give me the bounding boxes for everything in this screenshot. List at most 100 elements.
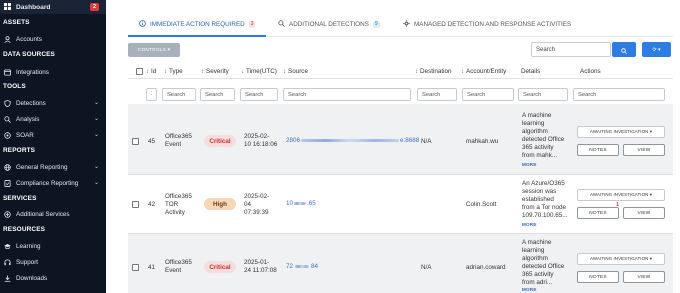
row-account: adrian.coward <box>466 264 506 271</box>
details-line: learning <box>522 120 545 127</box>
search-icon <box>278 19 285 29</box>
column-header-actions: Actions <box>580 68 601 75</box>
type-line: Activity <box>165 209 185 216</box>
header-divider <box>128 78 673 79</box>
sidebar-item-label: Compliance Reporting <box>16 179 79 187</box>
search-input[interactable]: Search <box>531 42 611 57</box>
sidebar-item-label: SOAR <box>16 131 34 139</box>
notes-button[interactable]: NOTES <box>577 271 619 283</box>
tab-label: MANAGED DETECTION AND RESPONSE ACTIVITIE… <box>414 20 572 28</box>
sidebar-item-integrations[interactable]: Integrations <box>0 67 106 77</box>
sidebar-item-analysis[interactable]: Analysis ⌄ <box>0 114 106 124</box>
status-dropdown[interactable]: AWAITING INVESTIGATION ▾ <box>577 189 665 201</box>
source-suffix: e:8688 <box>400 137 420 144</box>
source-prefix: 10 <box>286 200 294 207</box>
details-line: A machine <box>522 239 552 246</box>
time-line: 07:39:39 <box>244 209 269 216</box>
row-source[interactable]: 2806 e:8688 <box>286 137 419 144</box>
row-checkbox[interactable] <box>132 138 139 145</box>
details-line: detected Office <box>522 136 565 143</box>
sidebar-item-additional-services[interactable]: Additional Services <box>0 209 106 219</box>
section-heading-assets: ASSETS <box>3 19 30 26</box>
search-button[interactable] <box>612 42 636 57</box>
sidebar-item-downloads[interactable]: Downloads <box>0 273 106 283</box>
tab-immediate-action-required[interactable]: IMMEDIATE ACTION REQUIRED 3 <box>139 17 256 31</box>
filter-input-actions[interactable]: Search <box>573 88 665 101</box>
sidebar: Dashboard 2 ASSETS Accounts DATA SOURCES… <box>0 0 106 293</box>
info-icon <box>139 19 146 29</box>
sidebar-item-support[interactable]: Support <box>0 257 106 267</box>
column-label: Destination <box>420 68 452 75</box>
row-time: 2025-01- 24 11:07:08 <box>244 259 277 275</box>
column-header-time[interactable]: ↓ Time(UTC) <box>241 68 277 75</box>
filter-options-button[interactable]: : <box>146 88 157 101</box>
view-button[interactable]: VIEW <box>623 207 665 219</box>
filter-input-destination[interactable]: Search <box>417 88 457 101</box>
filter-input-account[interactable]: Search <box>462 88 514 101</box>
row-source[interactable]: 72 84 <box>286 263 318 270</box>
row-type: Office365 Event <box>165 259 192 275</box>
filter-input-details[interactable]: Search <box>518 88 568 101</box>
column-header-id[interactable]: ↕ Id <box>146 68 156 75</box>
time-line: 24 11:07:08 <box>244 267 277 274</box>
filter-input-severity[interactable]: Search <box>200 88 235 101</box>
controls-button[interactable]: CONTROLS ▾ <box>128 43 180 57</box>
status-dropdown[interactable]: AWAITING INVESTIGATION ▾ <box>577 253 665 265</box>
row-account: mahkah.wu <box>466 138 499 145</box>
row-details: An Azure/O365 session was established fr… <box>522 180 568 220</box>
compliance-icon <box>4 179 11 187</box>
sidebar-item-label: Accounts <box>16 35 42 43</box>
more-link[interactable]: MORE <box>522 162 537 167</box>
notes-button[interactable]: NOTES <box>577 144 619 156</box>
integrations-icon <box>4 68 11 76</box>
notes-button[interactable]: NOTES <box>577 207 619 219</box>
source-suffix: 84 <box>311 263 319 270</box>
column-header-account[interactable]: ↕ Account/Entity <box>461 68 506 75</box>
sidebar-item-compliance-reporting[interactable]: Compliance Reporting ⌄ <box>0 178 106 188</box>
filter-input-time[interactable]: Search <box>240 88 278 101</box>
column-label: Type <box>169 68 183 75</box>
source-suffix: .65 <box>307 200 316 207</box>
sidebar-item-label: General Reporting <box>16 163 68 171</box>
details-line: from adri... <box>522 279 553 286</box>
column-header-type[interactable]: ↕ Type <box>164 68 183 75</box>
details-line: learning <box>522 247 545 254</box>
severity-badge-high: High <box>204 198 236 210</box>
graduation-cap-icon <box>4 243 11 250</box>
column-header-destination[interactable]: ↕ Destination <box>415 68 452 75</box>
type-line: TOR <box>165 201 179 208</box>
filter-input-source[interactable]: Search <box>283 88 411 101</box>
sidebar-item-detections[interactable]: Detections ⌄ <box>0 98 106 108</box>
more-link[interactable]: MORE <box>522 287 537 292</box>
sidebar-item-label: Analysis <box>16 115 40 123</box>
refresh-dropdown-button[interactable]: ⟳ ▾ <box>642 42 671 57</box>
sort-icon: ↕ <box>283 68 286 75</box>
tab-additional-detections[interactable]: ADDITIONAL DETECTIONS 9 <box>278 17 380 31</box>
sidebar-item-dashboard[interactable]: Dashboard 2 <box>0 0 106 14</box>
section-heading-tools: TOOLS <box>3 83 26 90</box>
sort-down-icon: ↓ <box>241 68 244 75</box>
filter-input-type[interactable]: Search <box>162 88 196 101</box>
tab-badge: 3 <box>248 20 256 28</box>
row-checkbox[interactable] <box>132 201 139 208</box>
column-header-source[interactable]: ↕ Source <box>283 68 308 75</box>
sidebar-item-accounts[interactable]: Accounts <box>0 34 106 44</box>
select-all-checkbox[interactable] <box>136 68 143 75</box>
view-button[interactable]: VIEW <box>623 144 665 156</box>
row-type: Office365 TOR Activity <box>165 193 192 217</box>
sidebar-item-soar[interactable]: SOAR ⌄ <box>0 130 106 140</box>
column-header-severity[interactable]: ↕ Severity <box>201 68 229 75</box>
row-checkbox[interactable] <box>132 264 139 271</box>
status-dropdown[interactable]: AWAITING INVESTIGATION ▾ <box>577 126 665 138</box>
view-button[interactable]: VIEW <box>623 271 665 283</box>
sidebar-item-learning[interactable]: Learning <box>0 241 106 251</box>
sidebar-item-general-reporting[interactable]: General Reporting ⌄ <box>0 162 106 172</box>
row-source[interactable]: 10 .65 <box>286 200 316 207</box>
type-line: Event <box>165 141 182 148</box>
row-account: Colin.Scott <box>466 201 497 208</box>
source-prefix: 72 <box>286 263 294 270</box>
more-link[interactable]: MORE <box>522 222 537 227</box>
sort-icon: ↕ <box>461 68 464 75</box>
redacted-mask <box>301 139 400 142</box>
tab-mdr-activities[interactable]: MANAGED DETECTION AND RESPONSE ACTIVITIE… <box>403 17 571 31</box>
